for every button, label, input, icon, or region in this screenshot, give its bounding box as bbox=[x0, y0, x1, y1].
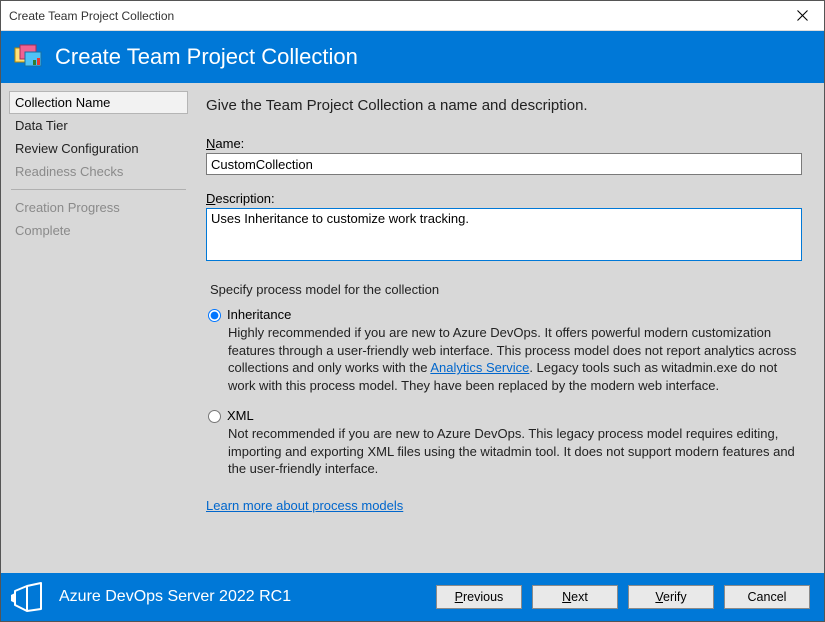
radio-label-inheritance: Inheritance bbox=[227, 307, 291, 322]
sidebar-divider bbox=[11, 189, 186, 190]
name-label: Name: bbox=[206, 136, 806, 151]
close-button[interactable] bbox=[780, 1, 824, 31]
radio-desc-xml: Not recommended if you are new to Azure … bbox=[228, 425, 800, 478]
dialog-window: Create Team Project Collection Create Te… bbox=[0, 0, 825, 622]
radio-inheritance[interactable] bbox=[208, 309, 221, 322]
analytics-service-link[interactable]: Analytics Service bbox=[430, 360, 529, 375]
previous-button[interactable]: Previous bbox=[436, 585, 522, 609]
azure-devops-icon bbox=[11, 581, 45, 613]
sidebar-item-collection-name[interactable]: Collection Name bbox=[9, 91, 188, 114]
sidebar-item-readiness-checks: Readiness Checks bbox=[9, 160, 188, 183]
sidebar-item-creation-progress: Creation Progress bbox=[9, 196, 188, 219]
description-label: Description: bbox=[206, 191, 806, 206]
radio-row-xml: XML bbox=[206, 408, 806, 423]
main-panel: Give the Team Project Collection a name … bbox=[196, 83, 824, 573]
verify-button[interactable]: Verify bbox=[628, 585, 714, 609]
header-title: Create Team Project Collection bbox=[55, 44, 358, 70]
cancel-button[interactable]: Cancel bbox=[724, 585, 810, 609]
footer-brand: Azure DevOps Server 2022 RC1 bbox=[59, 588, 428, 606]
window-title: Create Team Project Collection bbox=[9, 9, 780, 23]
header-band: Create Team Project Collection bbox=[1, 31, 824, 83]
radio-desc-inheritance: Highly recommended if you are new to Azu… bbox=[228, 324, 800, 394]
next-button[interactable]: Next bbox=[532, 585, 618, 609]
radio-row-inheritance: Inheritance bbox=[206, 307, 806, 322]
sidebar-item-complete: Complete bbox=[9, 219, 188, 242]
collection-icon bbox=[13, 44, 43, 70]
description-input[interactable]: Uses Inheritance to customize work track… bbox=[206, 208, 802, 261]
footer-band: Azure DevOps Server 2022 RC1 Previous Ne… bbox=[1, 573, 824, 621]
dialog-body: Collection Name Data Tier Review Configu… bbox=[1, 83, 824, 573]
footer-buttons: Previous Next Verify Cancel bbox=[436, 585, 810, 609]
radio-label-xml: XML bbox=[227, 408, 254, 423]
radio-xml[interactable] bbox=[208, 410, 221, 423]
page-subtitle: Give the Team Project Collection a name … bbox=[206, 97, 806, 114]
title-bar: Create Team Project Collection bbox=[1, 1, 824, 31]
learn-more-link[interactable]: Learn more about process models bbox=[206, 498, 403, 513]
sidebar-item-data-tier[interactable]: Data Tier bbox=[9, 114, 188, 137]
process-model-heading: Specify process model for the collection bbox=[210, 282, 806, 297]
name-input[interactable] bbox=[206, 153, 802, 175]
sidebar-item-review-configuration[interactable]: Review Configuration bbox=[9, 137, 188, 160]
close-icon bbox=[797, 10, 808, 21]
wizard-sidebar: Collection Name Data Tier Review Configu… bbox=[1, 83, 196, 573]
